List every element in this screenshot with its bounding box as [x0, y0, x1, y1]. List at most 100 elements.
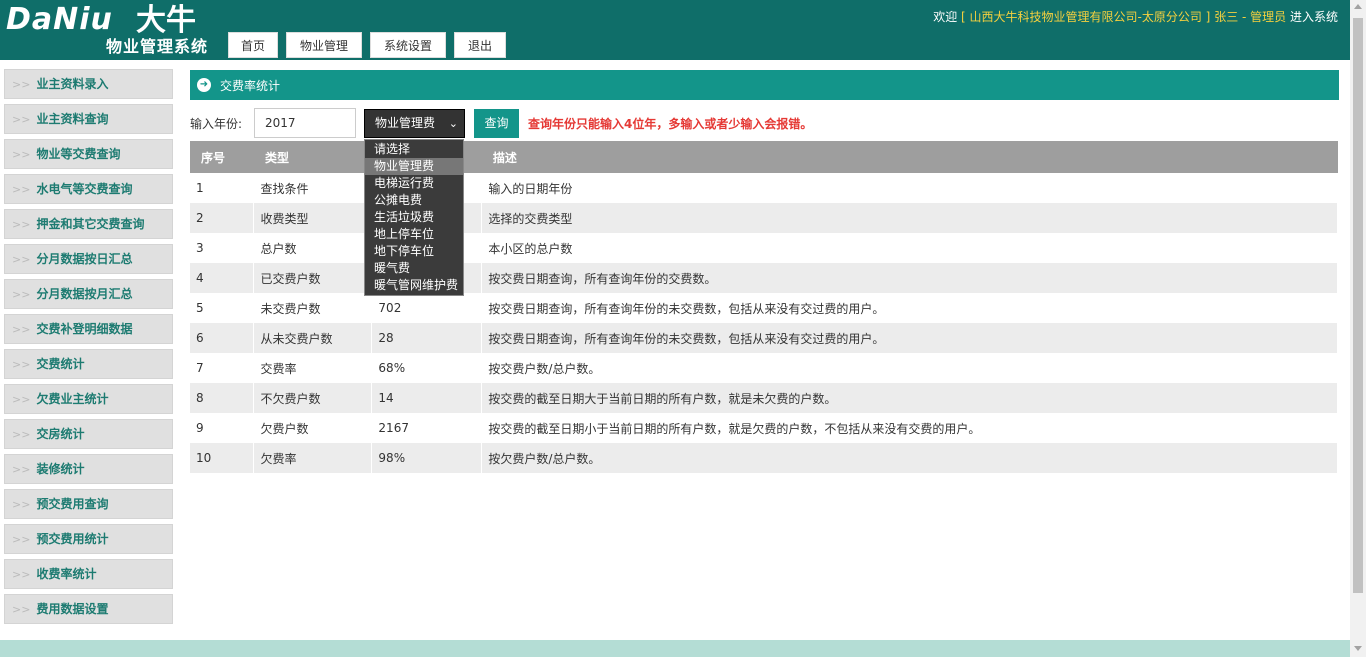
sidebar-item-prepaid-stats[interactable]: >> 预交费用统计	[4, 524, 173, 554]
sidebar-item-fee-settings[interactable]: >> 费用数据设置	[4, 594, 173, 624]
scroll-up-arrow-icon[interactable]	[1354, 4, 1362, 9]
footer-bar	[0, 640, 1350, 657]
panel-title-bar: ➜ 交费率统计	[190, 70, 1339, 100]
cell-value: 2167	[371, 413, 483, 443]
chevron-down-icon: ⌄	[448, 116, 458, 130]
sidebar-item-label: 交房统计	[36, 427, 85, 441]
user-name: 张三 - 管理员	[1214, 10, 1287, 24]
fee-type-dropdown: 请选择 物业管理费 电梯运行费 公摊电费 生活垃圾费 地上停车位 地下停车位 暖…	[364, 139, 464, 296]
sidebar-item-label: 分月数据按月汇总	[36, 287, 133, 301]
nav-home-button[interactable]: 首页	[228, 32, 278, 58]
table-row: 10 欠费率 98% 按欠费户数/总户数。	[190, 443, 1338, 473]
cell-type: 不欠费户数	[253, 383, 373, 413]
cell-description: 按交费的截至日期大于当前日期的所有户数，就是未欠费的户数。	[481, 383, 1338, 413]
sidebar-item-arrears-stats[interactable]: >> 欠费业主统计	[4, 384, 173, 414]
cell-value: 68%	[371, 353, 483, 383]
sidebar-item-owner-entry[interactable]: >> 业主资料录入	[4, 69, 173, 99]
header-description: 描述	[481, 141, 1338, 173]
sidebar-item-label: 收费率统计	[36, 567, 97, 581]
chevron-icon: >>	[12, 393, 31, 406]
cell-description: 选择的交费类型	[481, 203, 1338, 233]
table-row: 5 未交费户数 702 按交费日期查询，所有查询年份的未交费数，包括从来没有交过费的用…	[190, 293, 1338, 323]
dropdown-option[interactable]: 电梯运行费	[365, 175, 463, 192]
welcome-bar: 欢迎 [ 山西大牛科技物业管理有限公司-太原分公司 ] 张三 - 管理员 进入系…	[933, 9, 1338, 25]
sidebar-item-property-fee-query[interactable]: >> 物业等交费查询	[4, 139, 173, 169]
sidebar-item-label: 交费补登明细数据	[36, 322, 133, 336]
cell-index: 10	[190, 443, 255, 473]
sidebar-item-label: 装修统计	[36, 462, 85, 476]
dropdown-option[interactable]: 生活垃圾费	[365, 209, 463, 226]
chevron-icon: >>	[12, 113, 31, 126]
dropdown-option[interactable]: 公摊电费	[365, 192, 463, 209]
sidebar-item-renovation-stats[interactable]: >> 装修统计	[4, 454, 173, 484]
sidebar-item-collection-rate[interactable]: >> 收费率统计	[4, 559, 173, 589]
fee-type-select[interactable]: 物业管理费 ⌄	[364, 108, 465, 138]
sidebar-item-utility-fee-query[interactable]: >> 水电气等交费查询	[4, 174, 173, 204]
dropdown-option[interactable]: 地下停车位	[365, 243, 463, 260]
scroll-thumb[interactable]	[1353, 18, 1363, 593]
chevron-icon: >>	[12, 358, 31, 371]
chevron-icon: >>	[12, 288, 31, 301]
sidebar-item-label: 水电气等交费查询	[36, 182, 133, 196]
year-input[interactable]	[254, 108, 356, 138]
nav-settings-button[interactable]: 系统设置	[370, 32, 446, 58]
sidebar-item-supplement-detail[interactable]: >> 交费补登明细数据	[4, 314, 173, 344]
sidebar-item-handover-stats[interactable]: >> 交房统计	[4, 419, 173, 449]
chevron-icon: >>	[12, 218, 31, 231]
cell-description: 按交费日期查询，所有查询年份的未交费数，包括从来没有交过费的用户。	[481, 293, 1338, 323]
sidebar-item-prepaid-query[interactable]: >> 预交费用查询	[4, 489, 173, 519]
dropdown-option[interactable]: 地上停车位	[365, 226, 463, 243]
dropdown-option-selected[interactable]: 物业管理费	[365, 158, 463, 175]
dropdown-option[interactable]: 暖气管网维护费	[365, 277, 463, 294]
dropdown-option[interactable]: 请选择	[365, 141, 463, 158]
logo-chinese: 大牛	[136, 3, 196, 38]
sidebar-item-deposit-query[interactable]: >> 押金和其它交费查询	[4, 209, 173, 239]
query-toolbar: 输入年份: 物业管理费 ⌄ 查询 查询年份只能输入4位年，多输入或者少输入会报错…	[190, 106, 1339, 140]
cell-type: 欠费率	[253, 443, 373, 473]
chevron-icon: >>	[12, 253, 31, 266]
dropdown-option[interactable]: 暖气费	[365, 260, 463, 277]
sidebar-item-fee-stats[interactable]: >> 交费统计	[4, 349, 173, 379]
chevron-icon: >>	[12, 498, 31, 511]
top-nav: 首页 物业管理 系统设置 退出	[228, 32, 506, 58]
sidebar-item-label: 交费统计	[36, 357, 85, 371]
cell-value: 14	[371, 383, 483, 413]
query-button[interactable]: 查询	[474, 108, 519, 138]
main-content: ➜ 交费率统计 输入年份: 物业管理费 ⌄ 查询 查询年份只能输入4位年，多输入…	[190, 70, 1339, 473]
enter-system-link[interactable]: 进入系统	[1290, 10, 1338, 24]
company-name: [ 山西大牛科技物业管理有限公司-太原分公司 ]	[961, 10, 1211, 24]
table-row: 9 欠费户数 2167 按交费的截至日期小于当前日期的所有户数，就是欠费的户数，不包括…	[190, 413, 1338, 443]
cell-type: 总户数	[253, 233, 373, 263]
sidebar-item-label: 押金和其它交费查询	[36, 217, 145, 231]
cell-type: 未交费户数	[253, 293, 373, 323]
cell-description: 按交费户数/总户数。	[481, 353, 1338, 383]
year-label: 输入年份:	[190, 116, 243, 131]
nav-property-button[interactable]: 物业管理	[286, 32, 362, 58]
scroll-down-arrow-icon[interactable]	[1354, 646, 1362, 651]
sidebar-item-label: 业主资料录入	[36, 77, 109, 91]
cell-index: 2	[190, 203, 255, 233]
chevron-icon: >>	[12, 428, 31, 441]
sidebar-item-monthly-daily-summary[interactable]: >> 分月数据按日汇总	[4, 244, 173, 274]
nav-logout-button[interactable]: 退出	[454, 32, 506, 58]
arrow-right-circle-icon: ➜	[197, 78, 211, 92]
header: DaNiu 大牛 物业管理系统 首页 物业管理 系统设置 退出 欢迎 [ 山西大…	[0, 0, 1350, 60]
sidebar-item-owner-query[interactable]: >> 业主资料查询	[4, 104, 173, 134]
sidebar-item-label: 物业等交费查询	[36, 147, 121, 161]
cell-type: 收费类型	[253, 203, 373, 233]
table-row: 2 收费类型 选择的交费类型	[190, 203, 1338, 233]
chevron-icon: >>	[12, 148, 31, 161]
cell-index: 7	[190, 353, 255, 383]
cell-index: 9	[190, 413, 255, 443]
cell-type: 已交费户数	[253, 263, 373, 293]
sidebar-item-label: 预交费用统计	[36, 532, 109, 546]
logo-subtitle: 物业管理系统	[106, 37, 209, 56]
vertical-scrollbar[interactable]	[1350, 0, 1366, 657]
sidebar-item-label: 欠费业主统计	[36, 392, 109, 406]
chevron-icon: >>	[12, 603, 31, 616]
sidebar-item-monthly-summary[interactable]: >> 分月数据按月汇总	[4, 279, 173, 309]
cell-description: 按欠费户数/总户数。	[481, 443, 1338, 473]
chevron-icon: >>	[12, 568, 31, 581]
logo-text: DaNiu	[6, 2, 113, 37]
welcome-text: 欢迎	[933, 10, 958, 24]
